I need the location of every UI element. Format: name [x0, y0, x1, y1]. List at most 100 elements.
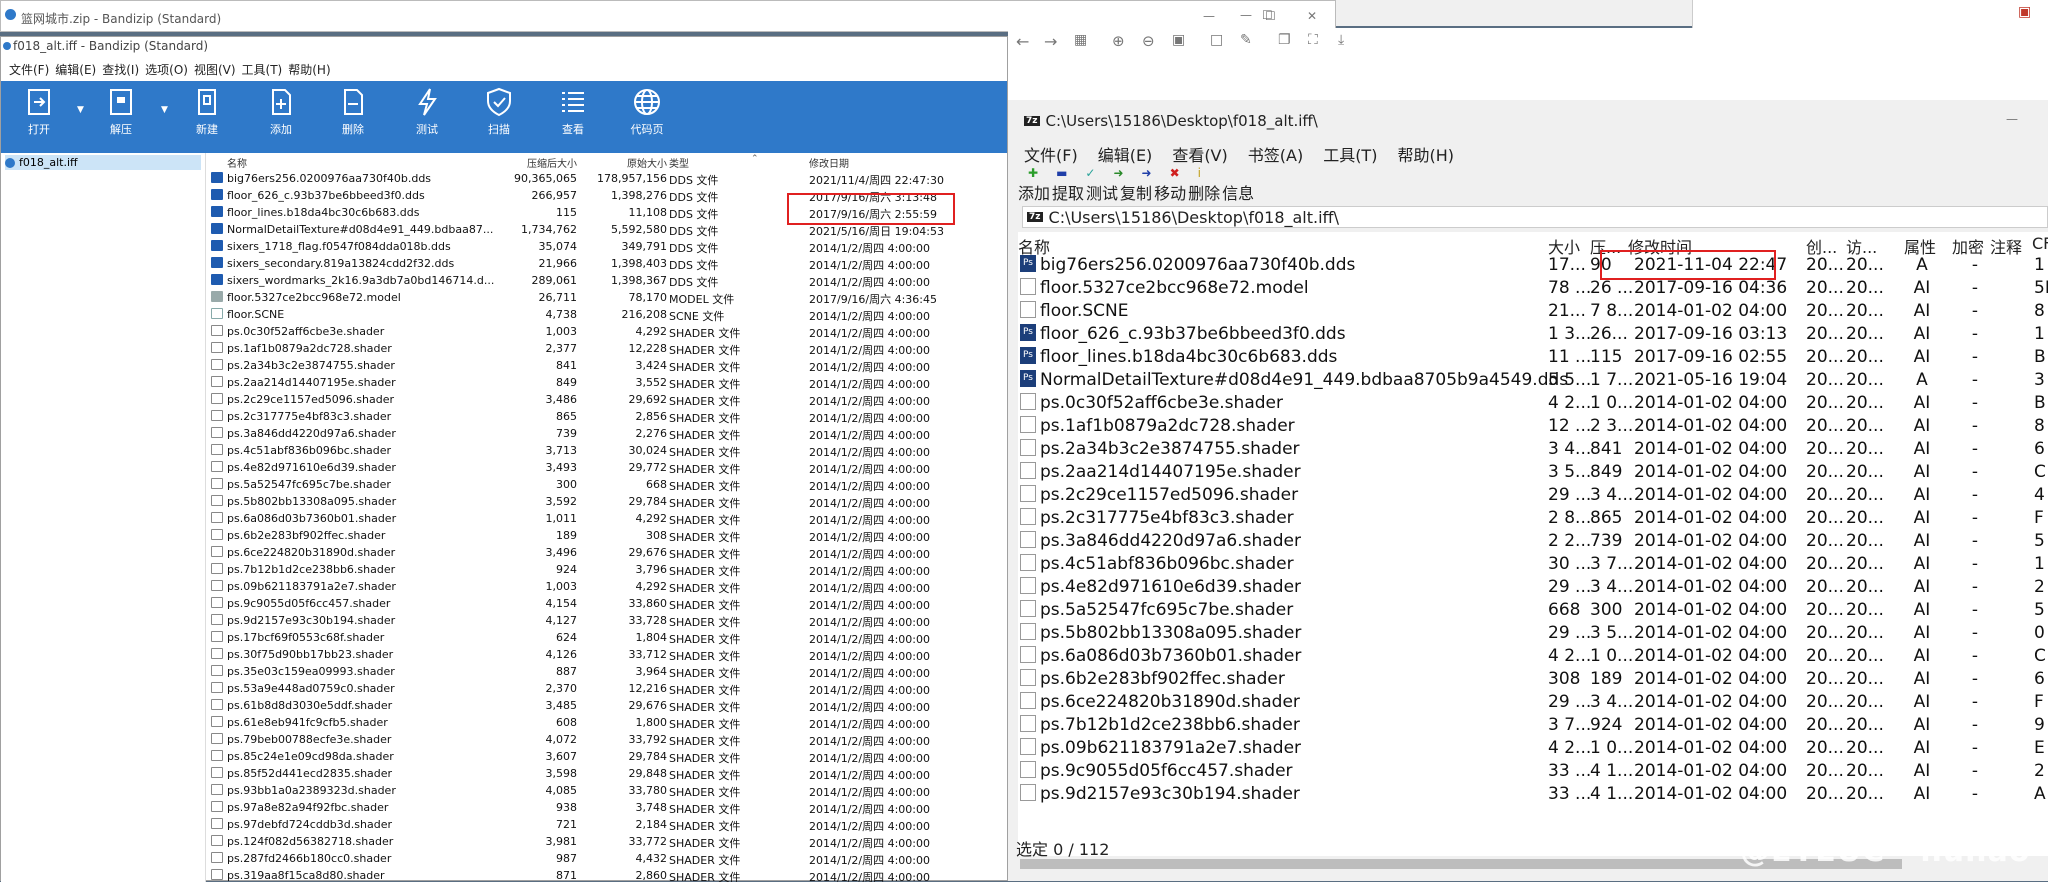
table-row[interactable]: floor.SCNE 21... 7 8... 2014-01-02 04:00 20.… [1018, 300, 2048, 323]
table-row[interactable]: floor.5327ce2bcc968e72.model 78 ... 26 ...… [1018, 277, 2048, 300]
table-row[interactable]: ps.2c29ce1157ed5096.shader 29 ... 3 4... 20… [1018, 484, 2048, 507]
table-row[interactable]: ps.85c24e1e09cd98da.shader 3,607 29,784 SHA… [207, 748, 1007, 765]
table-row[interactable]: big76ers256.0200976aa730f40b.dds 90,365,0… [207, 170, 1007, 187]
minimize-icon[interactable]: — [1203, 9, 1215, 23]
menu-tools[interactable]: 工具(T) [242, 61, 283, 78]
save-icon[interactable]: ⤓ [1338, 32, 1344, 48]
maximize-icon[interactable]: ☐ [1262, 8, 1273, 22]
extract-icon[interactable]: ▬ [1056, 166, 1067, 180]
menu-edit[interactable]: 编辑(E) [1098, 142, 1153, 166]
table-row[interactable]: ps.5b802bb13308a095.shader 29 ... 3 5... 20… [1018, 622, 2048, 645]
extract-button[interactable]: 提取 [1052, 180, 1084, 204]
table-row[interactable]: ps.85f52d441ecd2835.shader 3,598 29,848 SHA… [207, 765, 1007, 782]
address-bar[interactable]: 7z C:\Users\15186\Desktop\f018_alt.iff\ [1022, 206, 2048, 228]
table-row[interactable]: ps.53a9e448ad0759c0.shader 2,370 12,216 SHA… [207, 680, 1007, 697]
test-icon[interactable]: ✓ [1085, 166, 1095, 180]
table-row[interactable]: Ps floor_626_c.93b37be6bbeed3f0.dds 1 3...… [1018, 323, 2048, 346]
rotate-icon[interactable]: □ [1210, 32, 1223, 48]
menu-view[interactable]: 查看(V) [1172, 142, 1227, 166]
tree-item-root[interactable]: f018_alt.iff [5, 155, 201, 170]
table-row[interactable]: ps.09b621183791a2e7.shader 4 2... 1 0... 20… [1018, 737, 2048, 760]
chevron-down-icon[interactable]: ▼ [77, 105, 84, 115]
copy-icon[interactable]: ❐ [1278, 32, 1291, 48]
table-row[interactable]: ps.35e03c159ea09993.shader 887 3,964 SHADER… [207, 663, 1007, 680]
table-row[interactable]: ps.4c51abf836b096bc.shader 3,713 30,024 SHA… [207, 442, 1007, 459]
move-icon[interactable]: ➜ [1142, 166, 1152, 180]
table-row[interactable]: ps.319aa8f15ca8d80.shader 871 2,860 SHADER … [207, 867, 1007, 882]
edit-icon[interactable]: ✎ [1240, 32, 1252, 48]
table-row[interactable]: Ps big76ers256.0200976aa730f40b.dds 17... 9… [1018, 254, 2048, 277]
table-row[interactable]: ps.2aa214d14407195e.shader 3 5... 849 2014-… [1018, 461, 2048, 484]
table-row[interactable]: floor.5327ce2bcc968e72.model 26,711 78,170… [207, 289, 1007, 306]
table-row[interactable]: sixers_1718_flag.f0547f084dda018b.dds 35,… [207, 238, 1007, 255]
add-button[interactable]: 添加 [253, 87, 309, 137]
menu-edit[interactable]: 编辑(E) [55, 61, 96, 78]
table-row[interactable]: ps.2a34b3c2e3874755.shader 3 4... 841 2014-… [1018, 438, 2048, 461]
test-button[interactable]: 测试 [399, 87, 455, 137]
column-header-name[interactable]: 名称 [227, 155, 247, 170]
codepage-button[interactable]: 代码页 [619, 87, 675, 137]
view-button[interactable]: 查看 [545, 87, 601, 137]
table-row[interactable]: ps.2a34b3c2e3874755.shader 841 3,424 SHADER… [207, 357, 1007, 374]
table-row[interactable]: ps.9d2157e93c30b194.shader 33 ... 4 1... 20… [1018, 783, 2048, 806]
menu-view[interactable]: 视图(V) [194, 61, 236, 78]
menu-find[interactable]: 查找(I) [102, 61, 139, 78]
table-row[interactable]: sixers_secondary.819a13824cdd2f32.dds 21,… [207, 255, 1007, 272]
table-row[interactable]: ps.6b2e283bf902ffec.shader 189 308 SHADER 文… [207, 527, 1007, 544]
extract-button[interactable]: 解压 [93, 87, 149, 137]
table-row[interactable]: ps.61e8eb941fc9cfb5.shader 608 1,800 SHADER… [207, 714, 1007, 731]
scan-button[interactable]: 扫描 [471, 87, 527, 137]
menu-help[interactable]: 帮助(H) [1397, 142, 1454, 166]
add-icon[interactable]: ✚ [1028, 166, 1038, 180]
table-row[interactable]: ps.4c51abf836b096bc.shader 30 ... 3 7... 20… [1018, 553, 2048, 576]
column-header-compressed[interactable]: 压缩后大小 [507, 155, 577, 170]
menu-bookmarks[interactable]: 书签(A) [1248, 142, 1303, 166]
new-button[interactable]: 新建 [179, 87, 235, 137]
table-row[interactable]: floor.SCNE 4,738 216,208 SCNE 文件 2014/1/2/周四… [207, 306, 1007, 323]
table-row[interactable]: sixers_wordmarks_2k16.9a3db7a0bd146714.d… [207, 272, 1007, 289]
table-row[interactable]: ps.2c317775e4bf83c3.shader 865 2,856 SHADER… [207, 408, 1007, 425]
table-row[interactable]: ps.1af1b0879a2dc728.shader 2,377 12,228 SHA… [207, 340, 1007, 357]
table-row[interactable]: ps.9d2157e93c30b194.shader 4,127 33,728 SHA… [207, 612, 1007, 629]
column-header-modified[interactable]: 修改日期 [809, 155, 849, 170]
table-row[interactable]: ps.0c30f52aff6cbe3e.shader 1,003 4,292 SHAD… [207, 323, 1007, 340]
table-row[interactable]: ps.93bb1a0a2389323d.shader 4,085 33,780 SHA… [207, 782, 1007, 799]
delete-icon[interactable]: ✖ [1170, 166, 1180, 180]
minimize-icon[interactable]: — [2006, 112, 2018, 126]
table-row[interactable]: ps.09b621183791a2e7.shader 1,003 4,292 SHAD… [207, 578, 1007, 595]
table-row[interactable]: ps.97debfd724cddb3d.shader 721 2,184 SHADER… [207, 816, 1007, 833]
table-row[interactable]: ps.124f082d56382718.shader 3,981 33,772 SHA… [207, 833, 1007, 850]
open-button[interactable]: 打开 [11, 87, 67, 137]
add-button[interactable]: 添加 [1018, 180, 1050, 204]
column-header-type[interactable]: 类型 [669, 155, 689, 170]
table-row[interactable]: ps.6a086d03b7360b01.shader 4 2... 1 0... 20… [1018, 645, 2048, 668]
chevron-down-icon[interactable]: ▼ [161, 105, 168, 115]
table-row[interactable]: Ps floor_lines.b18da4bc30c6b683.dds 11 ...… [1018, 346, 2048, 369]
delete-button[interactable]: 删除 [325, 87, 381, 137]
menu-tools[interactable]: 工具(T) [1323, 142, 1377, 166]
table-row[interactable]: ps.5b802bb13308a095.shader 3,592 29,784 SHA… [207, 493, 1007, 510]
table-row[interactable]: ps.97a8e82a94f92fbc.shader 938 3,748 SHADER… [207, 799, 1007, 816]
table-row[interactable]: ps.0c30f52aff6cbe3e.shader 4 2... 1 0... 20… [1018, 392, 2048, 415]
table-row[interactable]: ps.3a846dd4220d97a6.shader 739 2,276 SHADER… [207, 425, 1007, 442]
table-row[interactable]: ps.7b12b1d2ce238bb6.shader 924 3,796 SHADER… [207, 561, 1007, 578]
delete-button[interactable]: 删除 [1188, 180, 1220, 204]
minimize-icon[interactable]: — [1240, 8, 1252, 22]
crop-icon[interactable]: ⛶ [1308, 32, 1318, 48]
table-row[interactable]: ps.61b8d8d3030e5ddf.shader 3,485 29,676 SHA… [207, 697, 1007, 714]
table-row[interactable]: ps.17bcf69f0553c68f.shader 624 1,804 SHADER… [207, 629, 1007, 646]
table-row[interactable]: ps.4e82d971610e6d39.shader 3,493 29,772 SHA… [207, 459, 1007, 476]
back-arrow-icon[interactable]: ← [1016, 32, 1029, 51]
column-header-crc[interactable]: CF [2032, 234, 2048, 253]
fit-icon[interactable]: ▣ [1172, 32, 1185, 48]
zoom-out-icon[interactable]: ⊖ [1142, 32, 1155, 50]
menu-file[interactable]: 文件(F) [1024, 142, 1078, 166]
table-row[interactable]: ps.6b2e283bf902ffec.shader 308 189 2014-01-… [1018, 668, 2048, 691]
bandizip-window[interactable]: f018_alt.iff - Bandizip (Standard) 文件(F)… [0, 36, 1008, 882]
table-row[interactable]: ps.6a086d03b7360b01.shader 1,011 4,292 SHAD… [207, 510, 1007, 527]
zoom-in-icon[interactable]: ⊕ [1112, 32, 1125, 50]
copy-icon[interactable]: ➜ [1113, 166, 1123, 180]
table-row[interactable]: ps.5a52547fc695c7be.shader 668 300 2014-01-… [1018, 599, 2048, 622]
info-icon[interactable]: i [1198, 166, 1201, 180]
table-row[interactable]: ps.7b12b1d2ce238bb6.shader 3 7... 924 2014-… [1018, 714, 2048, 737]
